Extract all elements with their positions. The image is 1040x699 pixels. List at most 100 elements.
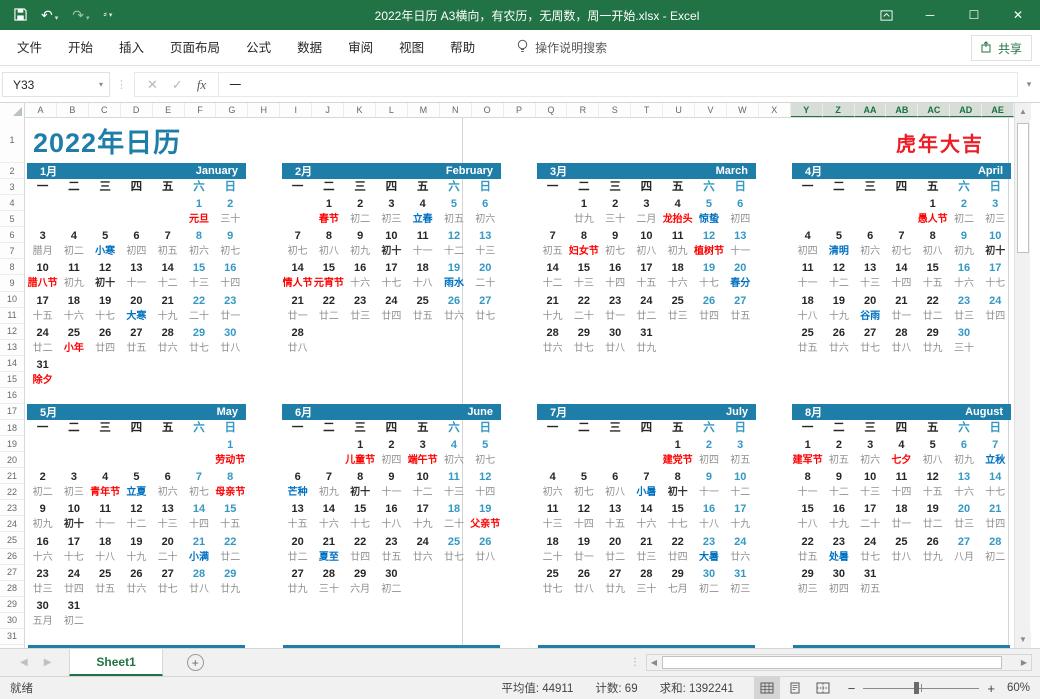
lunar-cell[interactable]: 十五 [27, 309, 58, 325]
date-cell[interactable]: 4 [58, 228, 89, 244]
date-cell[interactable]: 30 [215, 325, 246, 341]
lunar-cell[interactable] [282, 212, 313, 228]
date-cell[interactable] [152, 437, 183, 453]
date-cell[interactable]: 7 [980, 437, 1011, 453]
lunar-cell[interactable]: 十六 [345, 276, 376, 292]
zoom-slider[interactable] [863, 681, 979, 695]
date-cell[interactable]: 9 [693, 469, 724, 485]
column-header-O[interactable]: O [472, 103, 504, 117]
weekday-label[interactable]: 四 [121, 420, 152, 437]
date-cell[interactable]: 19 [470, 501, 501, 517]
lunar-cell[interactable]: 植树节 [693, 244, 724, 260]
date-cell[interactable]: 24 [58, 566, 89, 582]
lunar-cell[interactable] [886, 373, 917, 389]
date-cell[interactable] [980, 325, 1011, 341]
weekday-label[interactable]: 日 [470, 420, 501, 437]
lunar-cell[interactable] [215, 614, 246, 630]
weekday-label[interactable]: 一 [282, 420, 313, 437]
lunar-cell[interactable]: 廿八 [282, 341, 313, 357]
lunar-cell[interactable]: 廿五 [407, 309, 438, 325]
date-cell[interactable]: 14 [537, 260, 568, 276]
date-cell[interactable]: 17 [725, 501, 756, 517]
weekday-label[interactable]: 六 [183, 179, 214, 196]
date-cell[interactable]: 15 [215, 501, 246, 517]
lunar-cell[interactable]: 十二 [725, 485, 756, 501]
date-cell[interactable]: 6 [152, 469, 183, 485]
date-cell[interactable]: 3 [725, 437, 756, 453]
lunar-cell[interactable]: 十八 [90, 550, 121, 566]
lunar-cell[interactable] [568, 614, 599, 630]
date-cell[interactable]: 19 [568, 534, 599, 550]
lunar-cell[interactable]: 廿五 [725, 309, 756, 325]
date-cell[interactable] [183, 598, 214, 614]
date-cell[interactable]: 5 [568, 469, 599, 485]
date-cell[interactable]: 6 [470, 196, 501, 212]
lunar-cell[interactable] [725, 373, 756, 389]
date-cell[interactable]: 30 [823, 566, 854, 582]
lunar-cell[interactable]: 三十 [313, 582, 344, 598]
date-cell[interactable]: 15 [662, 501, 693, 517]
date-cell[interactable]: 9 [215, 228, 246, 244]
lunar-cell[interactable]: 十九 [725, 517, 756, 533]
lunar-cell[interactable] [90, 614, 121, 630]
row-header-4[interactable]: 4 [0, 195, 24, 211]
lunar-cell[interactable] [600, 453, 631, 469]
lunar-cell[interactable]: 母亲节 [215, 485, 246, 501]
lunar-cell[interactable]: 廿二 [282, 550, 313, 566]
scroll-up-icon[interactable]: ▲ [1015, 103, 1031, 120]
row-header-22[interactable]: 22 [0, 484, 24, 500]
weekday-label[interactable]: 四 [121, 179, 152, 196]
date-cell[interactable]: 22 [215, 534, 246, 550]
row-header-7[interactable]: 7 [0, 243, 24, 259]
row-header-30[interactable]: 30 [0, 613, 24, 629]
lunar-cell[interactable]: 二十 [152, 550, 183, 566]
date-cell[interactable]: 27 [948, 534, 979, 550]
lunar-cell[interactable]: 十二 [121, 517, 152, 533]
lunar-cell[interactable]: 初十 [58, 517, 89, 533]
lunar-cell[interactable]: 七月 [662, 582, 693, 598]
lunar-cell[interactable]: 廿三 [948, 309, 979, 325]
date-cell[interactable]: 10 [27, 260, 58, 276]
date-cell[interactable] [948, 566, 979, 582]
column-header-Y[interactable]: Y [791, 103, 823, 117]
lunar-cell[interactable]: 廿四 [345, 550, 376, 566]
lunar-cell[interactable]: 十三 [568, 276, 599, 292]
lunar-cell[interactable]: 初十 [345, 485, 376, 501]
lunar-cell[interactable]: 十六 [662, 276, 693, 292]
formula-input[interactable]: 一 [219, 72, 1018, 97]
lunar-cell[interactable]: 廿二 [631, 309, 662, 325]
column-header-C[interactable]: C [89, 103, 121, 117]
lunar-cell[interactable] [886, 212, 917, 228]
lunar-cell[interactable]: 二十 [470, 276, 501, 292]
date-cell[interactable]: 17 [376, 260, 407, 276]
lunar-cell[interactable]: 初七 [568, 485, 599, 501]
date-cell[interactable] [917, 566, 948, 582]
date-cell[interactable]: 18 [792, 293, 823, 309]
lunar-cell[interactable]: 廿九 [282, 582, 313, 598]
zoom-percentage[interactable]: 60% [1007, 682, 1040, 694]
lunar-cell[interactable] [948, 373, 979, 389]
column-header-T[interactable]: T [631, 103, 663, 117]
date-cell[interactable] [90, 357, 121, 373]
lunar-cell[interactable]: 立春 [407, 212, 438, 228]
lunar-cell[interactable]: 十三 [152, 517, 183, 533]
lunar-cell[interactable]: 清明 [823, 244, 854, 260]
lunar-cell[interactable]: 初七 [215, 244, 246, 260]
weekday-label[interactable]: 三 [600, 179, 631, 196]
date-cell[interactable] [407, 566, 438, 582]
date-cell[interactable]: 1 [792, 437, 823, 453]
lunar-cell[interactable]: 十七 [980, 485, 1011, 501]
date-cell[interactable]: 15 [917, 260, 948, 276]
weekday-label[interactable]: 六 [693, 179, 724, 196]
lunar-cell[interactable] [90, 373, 121, 389]
date-cell[interactable]: 15 [183, 260, 214, 276]
date-cell[interactable]: 4 [537, 469, 568, 485]
insert-function-icon[interactable]: fx [197, 77, 206, 93]
lunar-cell[interactable]: 廿四 [58, 582, 89, 598]
lunar-cell[interactable]: 芒种 [282, 485, 313, 501]
lunar-cell[interactable]: 二十 [568, 309, 599, 325]
date-cell[interactable]: 16 [600, 260, 631, 276]
date-cell[interactable] [152, 196, 183, 212]
date-cell[interactable] [121, 357, 152, 373]
date-cell[interactable]: 2 [693, 437, 724, 453]
